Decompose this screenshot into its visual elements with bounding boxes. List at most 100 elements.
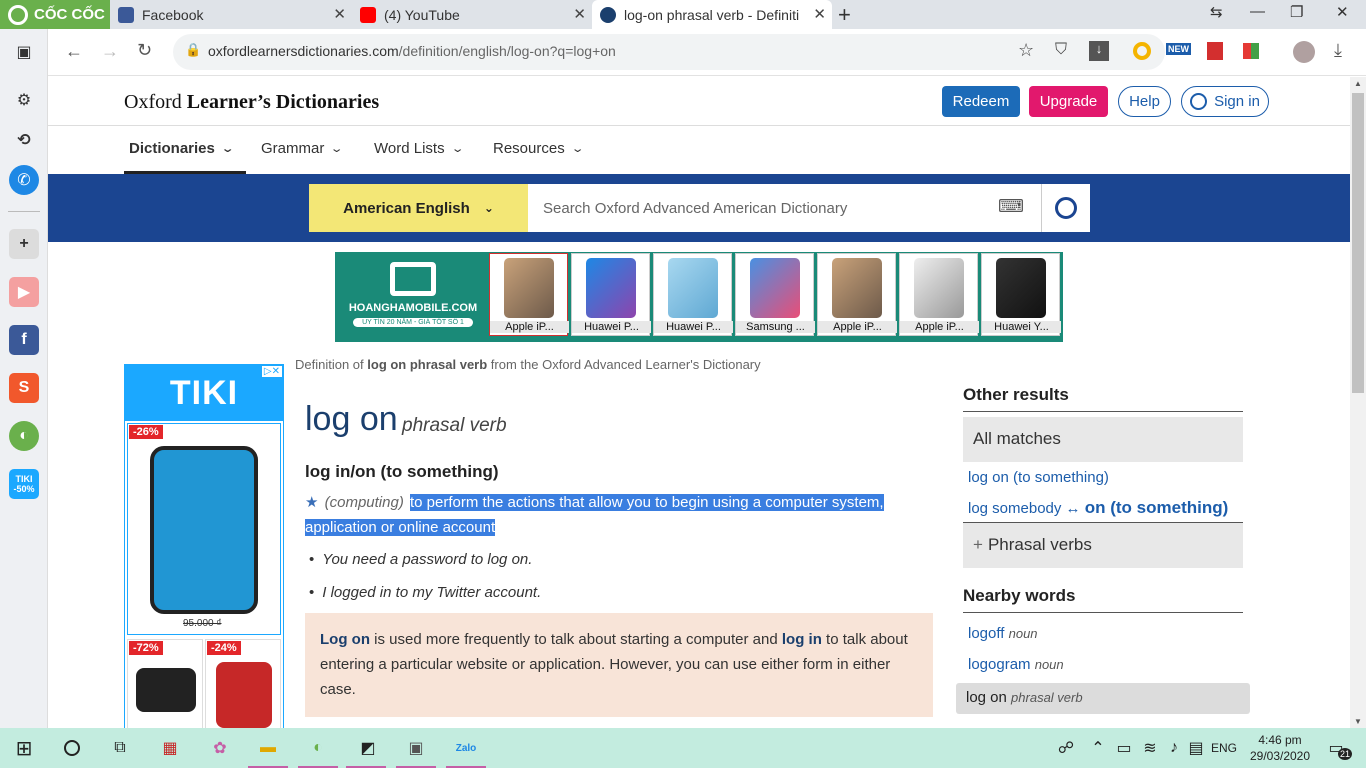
signin-button[interactable]: Sign in bbox=[1181, 86, 1269, 117]
result-link[interactable]: log somebody ↔ on (to something) bbox=[968, 498, 1228, 518]
red-ext-icon[interactable] bbox=[1207, 42, 1223, 60]
settings-icon[interactable]: ⚙ bbox=[9, 85, 39, 115]
notification-center-icon[interactable]: ▭ 21 bbox=[1320, 734, 1352, 762]
youtube-app-icon[interactable]: ▶ bbox=[9, 277, 39, 307]
people-icon[interactable]: ☍ bbox=[1050, 734, 1082, 762]
ad-choices-icon[interactable]: ▷✕ bbox=[261, 366, 282, 377]
minimize-button[interactable]: — bbox=[1250, 3, 1265, 20]
ad-product[interactable]: Apple iP... bbox=[899, 253, 979, 336]
all-matches-toggle[interactable]: All matches bbox=[963, 417, 1243, 462]
task-view-icon[interactable]: ⧉ bbox=[104, 734, 136, 762]
nearby-word[interactable]: logoff noun bbox=[968, 625, 1038, 642]
page-scrollbar[interactable]: ▲ ▼ bbox=[1350, 77, 1366, 728]
example-text: I logged in to my Twitter account. bbox=[322, 584, 542, 601]
close-tab-icon[interactable]: ✕ bbox=[813, 5, 826, 23]
nav-word-lists[interactable]: Word Lists ⌄ bbox=[374, 140, 464, 157]
zalo-icon[interactable]: Zalo bbox=[450, 734, 482, 762]
address-bar[interactable]: 🔒 oxfordlearnersdictionaries.com/definit… bbox=[173, 34, 1165, 70]
sticky-notes-icon[interactable]: ◩ bbox=[352, 734, 384, 762]
user-icon bbox=[1190, 93, 1208, 110]
search-button[interactable] bbox=[1041, 184, 1090, 232]
tiki-ad[interactable]: TIKI ▷✕ -26% 95.000 ₫ -72% -24% bbox=[124, 364, 284, 728]
phrasal-verbs-toggle[interactable]: + Phrasal verbs bbox=[963, 523, 1243, 568]
nav-grammar[interactable]: Grammar ⌄ bbox=[261, 140, 344, 157]
scroll-thumb[interactable] bbox=[1352, 93, 1364, 393]
nearby-word-pos: phrasal verb bbox=[1011, 690, 1083, 705]
nearby-word[interactable]: logogram noun bbox=[968, 656, 1064, 673]
close-tab-icon[interactable]: ✕ bbox=[333, 5, 346, 23]
grid-ext-icon[interactable] bbox=[1243, 43, 1259, 59]
coccoc-taskbar-icon[interactable]: ◐ bbox=[302, 734, 334, 762]
clock[interactable]: 4:46 pm 29/03/2020 bbox=[1248, 732, 1312, 764]
ad-product[interactable]: Huawei P... bbox=[653, 253, 733, 336]
chevron-down-icon: ⌄ bbox=[330, 143, 344, 155]
shield-icon[interactable]: ⛉ bbox=[1055, 41, 1067, 59]
reload-button[interactable]: ↻ bbox=[137, 40, 152, 61]
tiki-product[interactable]: -24% bbox=[205, 639, 281, 728]
downloads-icon[interactable]: ⤓ bbox=[1334, 40, 1342, 61]
input-language[interactable]: ENG bbox=[1206, 734, 1242, 762]
avatar[interactable] bbox=[1293, 41, 1315, 63]
nearby-word-pos: noun bbox=[1034, 657, 1064, 672]
coccoc-app-icon[interactable]: ◐ bbox=[9, 421, 39, 451]
example-sentence: • I logged in to my Twitter account. bbox=[309, 584, 541, 601]
back-button[interactable]: ← bbox=[65, 41, 83, 62]
tiki-product[interactable]: -72% bbox=[127, 639, 203, 728]
add-app-icon[interactable]: + bbox=[9, 229, 39, 259]
nearby-word-current[interactable]: log on phrasal verb bbox=[956, 683, 1250, 714]
notification-count: 21 bbox=[1337, 748, 1352, 760]
tab-oxford[interactable]: log-on phrasal verb - Definiti ✕ bbox=[592, 0, 832, 29]
shopee-app-icon[interactable]: S bbox=[9, 373, 39, 403]
sidebar-toggle-icon[interactable]: ▣ bbox=[9, 37, 39, 67]
youtube-icon bbox=[360, 6, 376, 23]
ad-product[interactable]: Apple iP... bbox=[489, 253, 569, 336]
crumb-pre: Definition of bbox=[295, 357, 368, 372]
download-page-icon[interactable]: ↓ bbox=[1089, 41, 1109, 61]
forward-button[interactable]: → bbox=[101, 41, 119, 62]
ad-banner[interactable]: HOANGHAMOBILE.COM UY TÍN 20 NĂM - GIÁ TỐ… bbox=[335, 252, 1063, 342]
close-window-button[interactable]: ✕ bbox=[1336, 3, 1349, 21]
bookmark-star-icon[interactable]: ☆ bbox=[1018, 40, 1034, 61]
language-select[interactable]: American English ⌄ bbox=[309, 184, 528, 232]
redeem-button[interactable]: Redeem bbox=[942, 86, 1020, 117]
upgrade-button[interactable]: Upgrade bbox=[1029, 86, 1108, 117]
tab-facebook[interactable]: Facebook ✕ bbox=[110, 0, 352, 29]
ad-product[interactable]: Huawei P... bbox=[571, 253, 651, 336]
usage-note: Log on is used more frequently to talk a… bbox=[305, 613, 933, 717]
app-icon[interactable]: ▣ bbox=[400, 734, 432, 762]
tiki-product-main[interactable]: -26% 95.000 ₫ bbox=[127, 423, 281, 635]
ad-product[interactable]: Huawei Y... bbox=[981, 253, 1061, 336]
app-icon[interactable]: ▦ bbox=[154, 734, 186, 762]
chrome-ext-icon[interactable] bbox=[1133, 42, 1151, 60]
scroll-up-icon[interactable]: ▲ bbox=[1354, 79, 1362, 88]
search-taskbar-icon[interactable] bbox=[56, 734, 88, 762]
tab-search-icon[interactable]: ⇆ bbox=[1210, 3, 1223, 21]
app-icon[interactable]: ✿ bbox=[204, 734, 236, 762]
scroll-down-icon[interactable]: ▼ bbox=[1354, 717, 1362, 726]
facebook-app-icon[interactable]: f bbox=[9, 325, 39, 355]
nearby-word-text: log on bbox=[966, 689, 1007, 706]
maximize-button[interactable]: ❐ bbox=[1290, 3, 1303, 21]
file-explorer-icon[interactable]: ▬ bbox=[252, 734, 284, 762]
site-logo[interactable]: Oxford Learner’s Dictionaries bbox=[124, 91, 379, 114]
result-link[interactable]: log on (to something) bbox=[968, 469, 1109, 486]
nav-resources[interactable]: Resources ⌄ bbox=[493, 140, 584, 157]
history-icon[interactable]: ⟲ bbox=[9, 125, 39, 155]
tiki-app-icon[interactable]: TIKI -50% bbox=[9, 469, 39, 499]
ad-product[interactable]: Samsung ... bbox=[735, 253, 815, 336]
ad-product[interactable]: Apple iP... bbox=[817, 253, 897, 336]
nav-label: Resources bbox=[493, 140, 565, 157]
keyboard-icon[interactable]: ⌨ bbox=[998, 196, 1024, 217]
close-tab-icon[interactable]: ✕ bbox=[573, 5, 586, 23]
help-button[interactable]: Help bbox=[1118, 86, 1171, 117]
other-results-heading: Other results bbox=[963, 385, 1243, 412]
browser-brand[interactable]: CỐC CỐC bbox=[0, 0, 110, 29]
search-input[interactable] bbox=[528, 184, 1041, 232]
tab-youtube[interactable]: (4) YouTube ✕ bbox=[352, 0, 592, 29]
new-ext-icon[interactable]: NEW bbox=[1166, 43, 1191, 55]
new-tab-button[interactable]: + bbox=[838, 2, 851, 28]
nav-dictionaries[interactable]: Dictionaries ⌄ bbox=[129, 140, 234, 157]
star-icon[interactable]: ★ bbox=[305, 494, 318, 511]
messenger-icon[interactable]: ✆ bbox=[9, 165, 39, 195]
windows-start-icon[interactable]: ⊞ bbox=[8, 734, 40, 762]
